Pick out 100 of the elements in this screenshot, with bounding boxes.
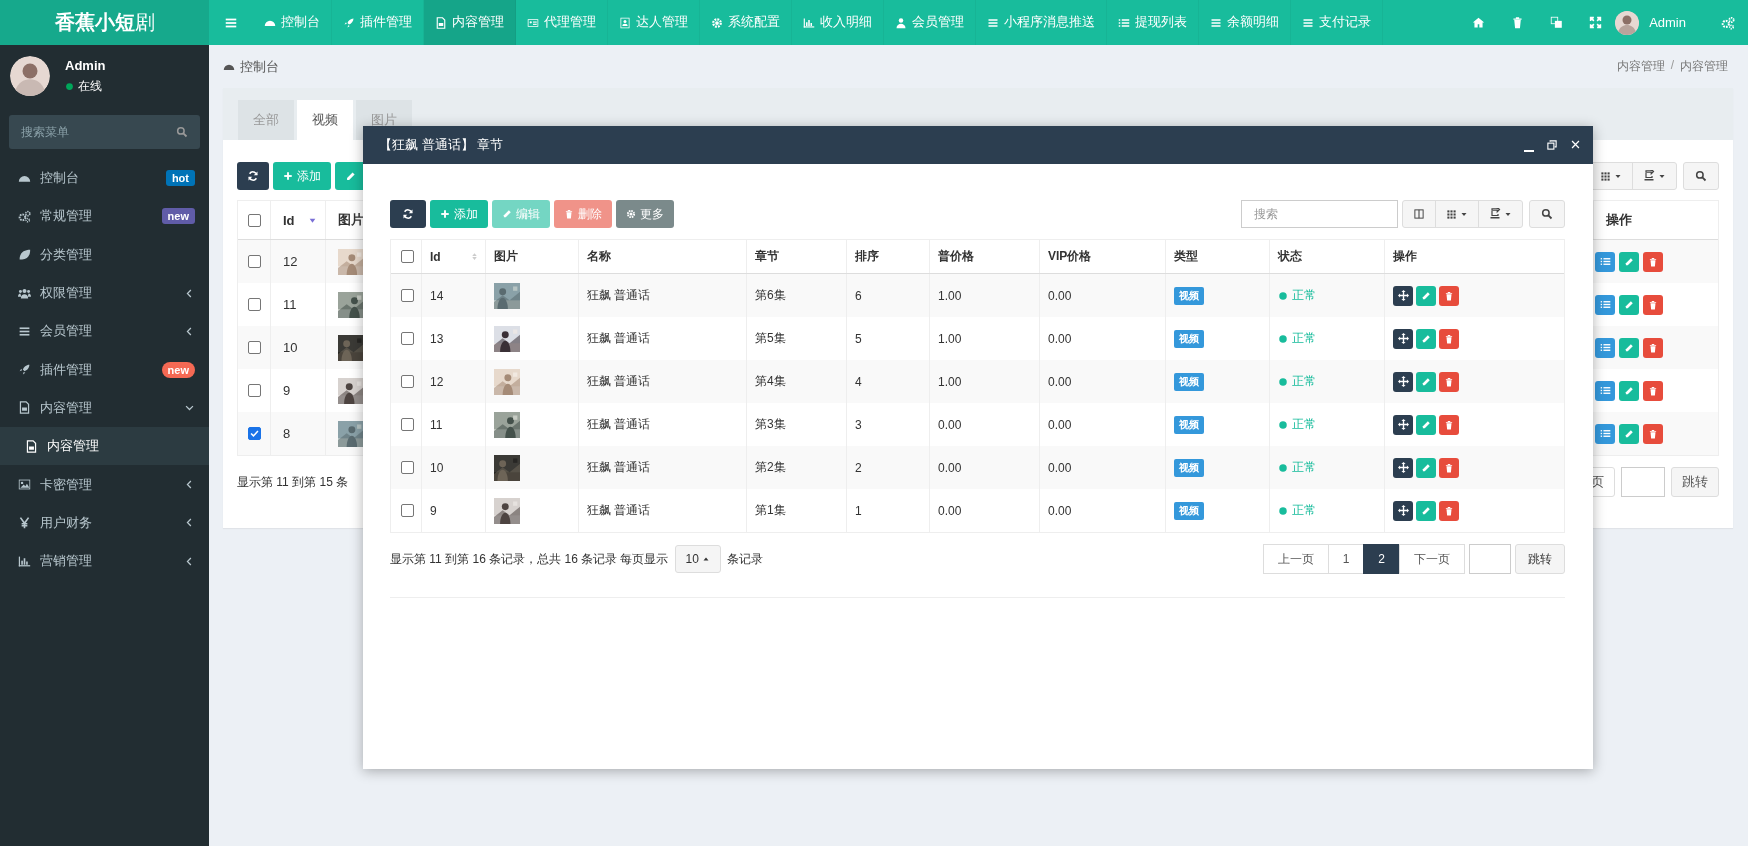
checkbox[interactable] [248, 427, 261, 440]
search-field[interactable]: 搜索菜单 [9, 115, 200, 149]
app-logo[interactable]: 香蕉小短剧 [0, 0, 209, 45]
menu-item[interactable]: 内容管理 [0, 388, 209, 428]
jump-button[interactable]: 跳转 [1671, 467, 1719, 497]
nav-tab[interactable]: 收入明细 [792, 0, 884, 45]
menu-item[interactable]: 常规管理 new [0, 197, 209, 236]
nav-tab[interactable]: 余额明细 [1199, 0, 1291, 45]
move-button[interactable] [1393, 414, 1413, 435]
restore-button[interactable] [1546, 138, 1558, 152]
move-button[interactable] [1393, 457, 1413, 478]
next-page-button[interactable]: 下一页 [1399, 544, 1465, 574]
menu-item[interactable]: 控制台 hot [0, 159, 209, 198]
edit-button[interactable] [1619, 380, 1639, 401]
refresh-button[interactable] [390, 200, 426, 228]
status-text: 正常 [1292, 502, 1316, 519]
checkbox[interactable] [401, 418, 414, 431]
menu-item[interactable]: 插件管理 new [0, 350, 209, 389]
menu-item[interactable]: 用户财务 [0, 503, 209, 542]
breadcrumb-link[interactable]: 内容管理 [1616, 58, 1665, 75]
list-button[interactable] [1595, 294, 1615, 315]
avatar[interactable] [1615, 10, 1640, 35]
page-button[interactable]: 2 [1363, 544, 1400, 574]
pagination-summary: 条记录 [726, 550, 763, 568]
menu-item[interactable]: 卡密管理 [0, 465, 209, 504]
checkbox[interactable] [248, 384, 261, 397]
tab[interactable]: 视频 [297, 100, 353, 140]
delete-button[interactable] [1439, 500, 1459, 521]
table-cell: 0.00 [938, 417, 962, 432]
checkbox[interactable] [401, 332, 414, 345]
table-cell: 0.00 [938, 460, 962, 475]
page-input[interactable] [1621, 467, 1665, 497]
list-button[interactable] [1595, 337, 1615, 358]
move-button[interactable] [1393, 371, 1413, 392]
search-field[interactable]: 搜索 [1241, 200, 1398, 228]
checkbox[interactable] [401, 375, 414, 388]
edit-button[interactable] [1619, 294, 1639, 315]
nav-tab[interactable]: 提现列表 [1107, 0, 1199, 45]
checkbox[interactable] [248, 298, 261, 311]
edit-button[interactable] [1619, 423, 1639, 444]
prev-page-button[interactable]: 上一页 [1262, 544, 1329, 574]
checkbox[interactable] [401, 461, 414, 474]
nav-tab[interactable]: 支付记录 [1291, 0, 1383, 45]
page-size-dropdown[interactable]: 10 [674, 545, 721, 573]
nav-tab[interactable]: 系统配置 [700, 0, 792, 45]
checkbox[interactable] [248, 255, 261, 268]
table-cell: 0.00 [1048, 331, 1072, 346]
column-header[interactable]: Id [430, 249, 441, 264]
checkbox[interactable] [401, 289, 414, 302]
move-button[interactable] [1393, 500, 1413, 521]
search-button[interactable] [1683, 162, 1719, 190]
menu-item[interactable]: 营销管理 [0, 541, 209, 581]
breadcrumb-link[interactable]: 内容管理 [1680, 58, 1728, 75]
move-button[interactable] [1393, 285, 1413, 306]
move-button[interactable] [1393, 328, 1413, 349]
nav-tab[interactable]: 代理管理 [516, 0, 608, 45]
delete-button[interactable] [1439, 457, 1459, 478]
list-button[interactable] [1595, 423, 1615, 444]
checkbox[interactable] [248, 341, 261, 354]
table-cell: 狂飙 普通话 [587, 459, 651, 476]
nav-tab[interactable]: 内容管理 [424, 0, 516, 45]
delete-button[interactable] [1643, 251, 1663, 272]
delete-button[interactable] [1439, 328, 1459, 349]
delete-button[interactable] [1643, 294, 1663, 315]
add-button[interactable]: 添加 [430, 200, 488, 228]
nav-tab[interactable]: 会员管理 [884, 0, 976, 45]
checkbox[interactable] [401, 250, 414, 263]
list-button[interactable] [1595, 380, 1615, 401]
delete-button[interactable] [1643, 423, 1663, 444]
add-button[interactable]: 添加 [273, 162, 331, 190]
menu-item[interactable]: 权限管理 [0, 273, 209, 313]
refresh-button[interactable] [237, 162, 269, 190]
nav-tab[interactable]: 控制台 [253, 0, 332, 45]
table-cell: 2 [855, 460, 862, 475]
search-button[interactable] [1529, 200, 1565, 228]
nav-tab[interactable]: 小程序消息推送 [976, 0, 1107, 45]
user-name[interactable]: Admin [1649, 15, 1686, 30]
tab[interactable]: 全部 [238, 100, 294, 140]
delete-button[interactable] [1643, 380, 1663, 401]
move-icon [1397, 290, 1409, 301]
gears-icon [18, 209, 31, 223]
delete-button[interactable] [1439, 371, 1459, 392]
checkbox[interactable] [401, 504, 414, 517]
nav-tab[interactable]: 达人管理 [608, 0, 700, 45]
edit-button[interactable] [1619, 337, 1639, 358]
delete-button[interactable] [1643, 337, 1663, 358]
delete-button[interactable] [1439, 414, 1459, 435]
list-button[interactable] [1595, 251, 1615, 272]
edit-button[interactable] [1619, 251, 1639, 272]
checkbox[interactable] [248, 213, 261, 227]
menu-item[interactable]: 分类管理 [0, 235, 209, 274]
more-button[interactable]: 更多 [616, 200, 674, 228]
menu-item[interactable]: 会员管理 [0, 312, 209, 351]
delete-button[interactable] [1439, 285, 1459, 306]
column-header[interactable]: Id [283, 212, 295, 228]
expand-icon [1589, 16, 1603, 29]
jump-button[interactable]: 跳转 [1515, 544, 1565, 574]
menu-item[interactable]: 内容管理 [0, 427, 209, 466]
column-header: 名称 [587, 248, 611, 265]
page-input[interactable] [1469, 544, 1511, 574]
